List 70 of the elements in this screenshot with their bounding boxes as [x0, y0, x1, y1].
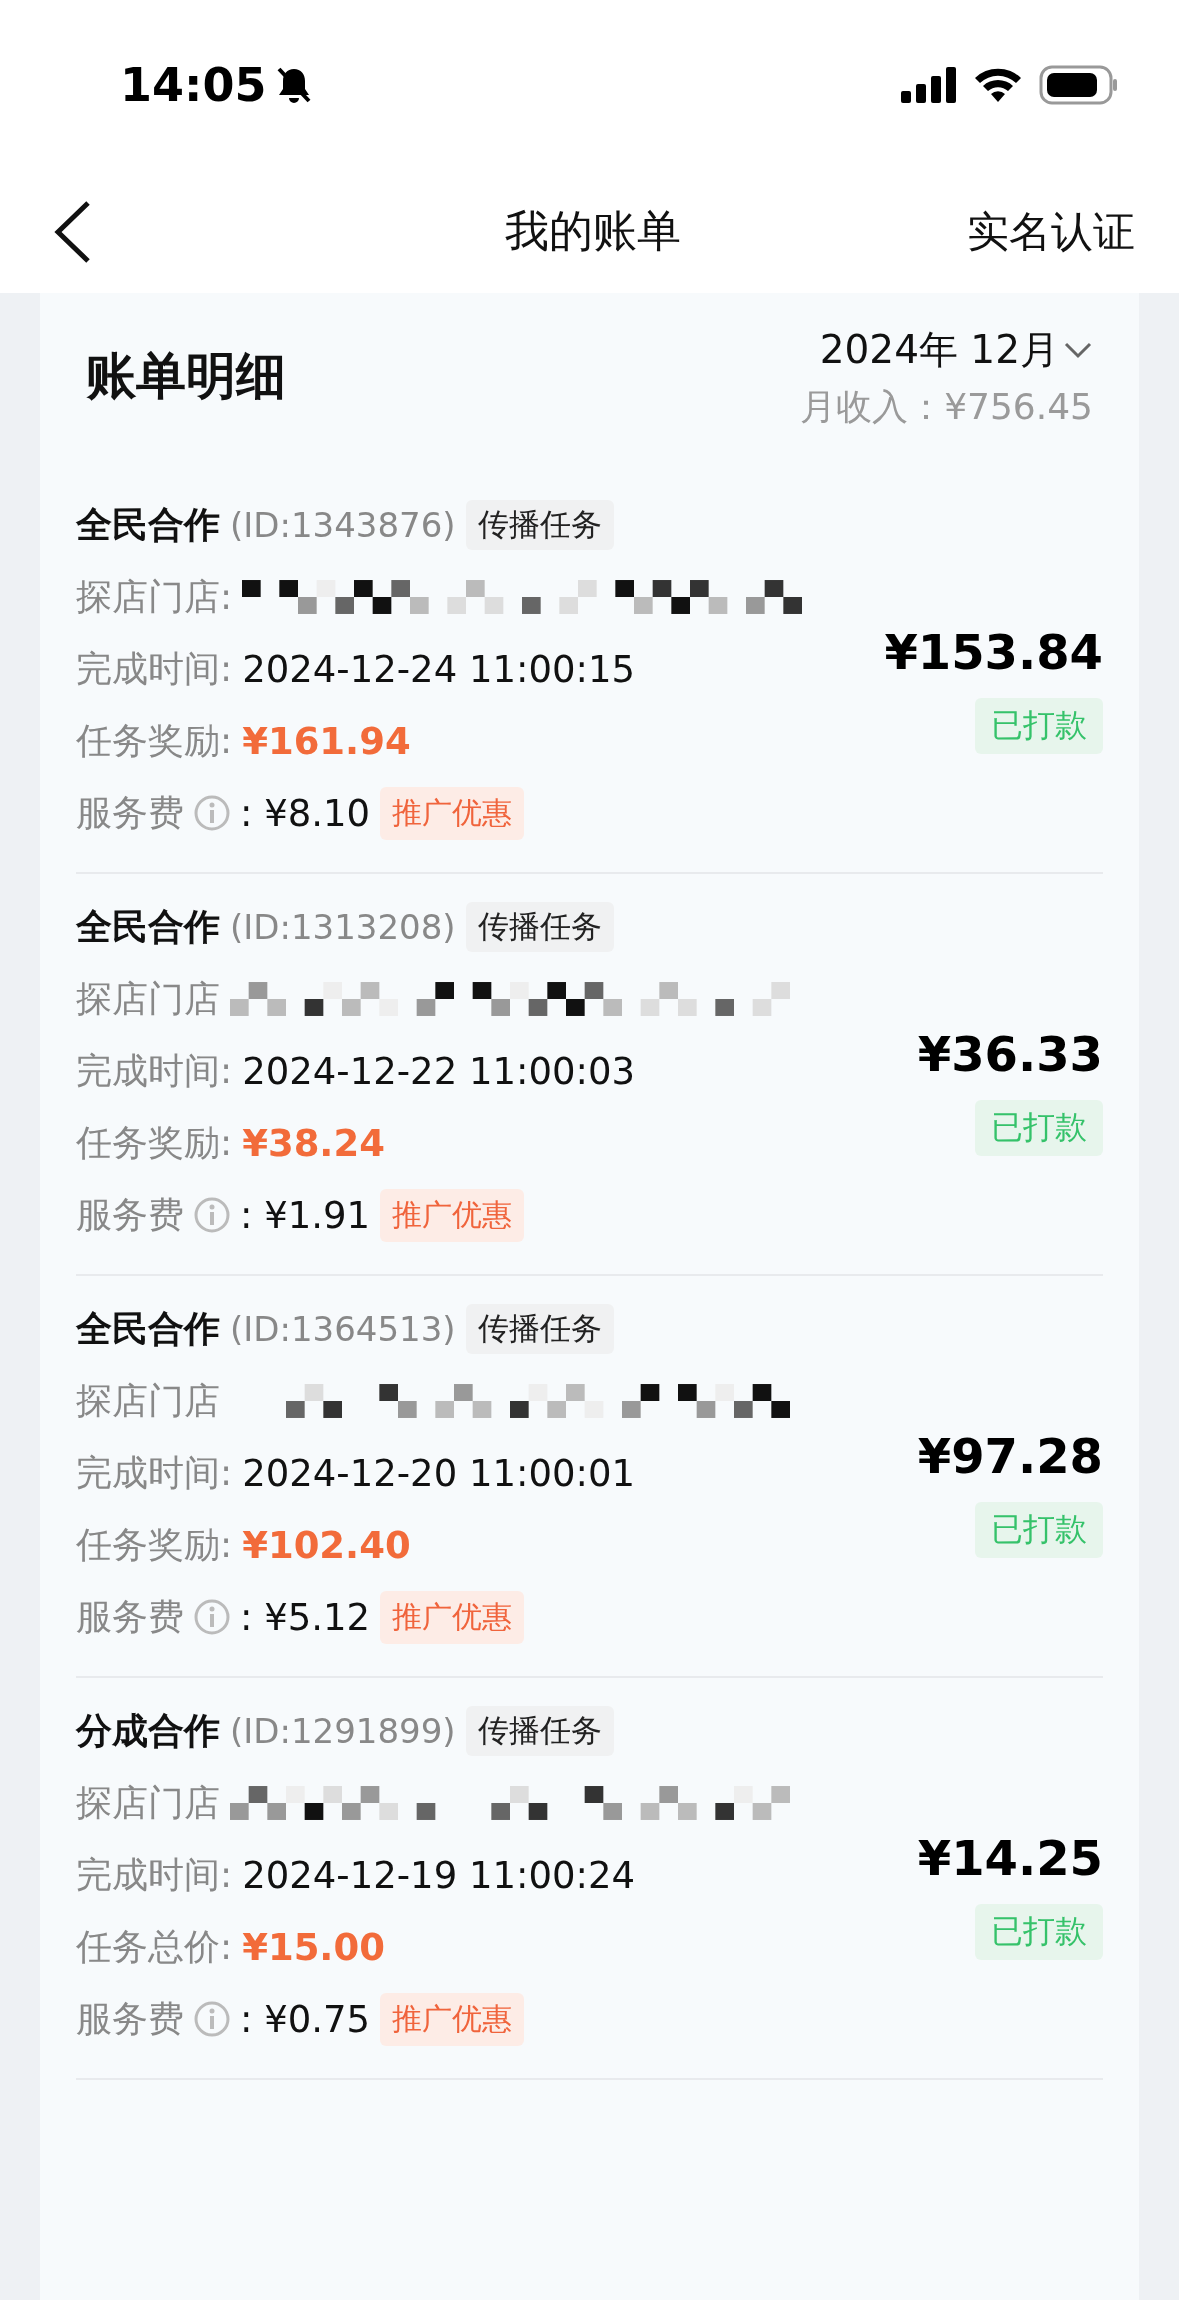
reward-amount: ¥15.00 [242, 1925, 385, 1969]
net-amount: ¥153.84 [884, 624, 1103, 680]
wifi-icon [973, 66, 1023, 104]
task-tag: 传播任务 [465, 1304, 614, 1354]
reward-label: 任务奖励: [76, 1120, 233, 1165]
info-icon [194, 2001, 230, 2037]
store-label: 探店门店 [76, 976, 220, 1021]
status-time: 14:05 [120, 58, 267, 112]
time-label: 完成时间: [76, 1852, 233, 1897]
bill-item[interactable]: 分成合作 (ID:1291899) 传播任务 探店门店 完成时间: 2024-12-19 11:00:24 任务总价: ¥15.00 服务费 : ¥0.75 推广优惠 ¥14.25 已打款 [76, 1678, 1103, 2080]
task-id: (ID:1343876) [230, 505, 456, 545]
completion-time: 2024-12-24 11:00:15 [242, 647, 636, 691]
page-title: 我的账单 [504, 204, 681, 258]
reward-label: 任务奖励: [76, 1522, 233, 1567]
signal-icon [901, 67, 957, 103]
net-amount: ¥14.25 [917, 1830, 1103, 1886]
service-fee: : ¥5.12 [240, 1595, 371, 1639]
reward-label: 任务奖励: [76, 718, 233, 763]
promo-tag: 推广优惠 [380, 1590, 525, 1644]
reward-amount: ¥102.40 [242, 1523, 411, 1567]
chevron-down-icon [1063, 340, 1093, 360]
promo-tag: 推广优惠 [380, 1188, 525, 1242]
fee-label: 服务费 [76, 1192, 184, 1237]
service-fee: : ¥0.75 [240, 1997, 371, 2041]
section-title: 账单明细 [86, 346, 286, 407]
cooperation-type: 全民合作 [76, 904, 220, 949]
service-fee: : ¥8.10 [240, 791, 371, 835]
store-label: 探店门店: [76, 574, 233, 619]
info-icon [194, 1599, 230, 1635]
completion-time: 2024-12-20 11:00:01 [242, 1451, 636, 1495]
promo-tag: 推广优惠 [380, 1992, 525, 2046]
store-label: 探店门店 [76, 1780, 220, 1825]
monthly-income: 月收入：¥756.45 [800, 385, 1093, 429]
fee-label: 服务费 [76, 790, 184, 835]
time-label: 完成时间: [76, 1450, 233, 1495]
reward-amount: ¥38.24 [242, 1121, 385, 1165]
paid-status: 已打款 [975, 698, 1103, 754]
net-amount: ¥36.33 [917, 1026, 1103, 1082]
info-icon [194, 1197, 230, 1233]
task-tag: 传播任务 [465, 500, 614, 550]
reward-amount: ¥161.94 [242, 719, 411, 763]
cooperation-type: 全民合作 [76, 502, 220, 547]
task-id: (ID:1313208) [230, 907, 456, 947]
bill-item[interactable]: 全民合作 (ID:1364513) 传播任务 探店门店 完成时间: 2024-12-20 11:00:01 任务奖励: ¥102.40 服务费 : ¥5.12 推广优惠 ¥97.28 已打款 [76, 1276, 1103, 1678]
time-label: 完成时间: [76, 646, 233, 691]
task-tag: 传播任务 [465, 1706, 614, 1756]
fee-label: 服务费 [76, 1996, 184, 2041]
bill-item[interactable]: 全民合作 (ID:1343876) 传播任务 探店门店: 完成时间: 2024-12-24 11:00:15 任务奖励: ¥161.94 服务费 : ¥8.10 推广优惠 ¥153.84 已打款 [76, 472, 1103, 874]
cooperation-type: 全民合作 [76, 1306, 220, 1351]
reward-label: 任务总价: [76, 1924, 233, 1969]
paid-status: 已打款 [975, 1502, 1103, 1558]
time-label: 完成时间: [76, 1048, 233, 1093]
cooperation-type: 分成合作 [76, 1708, 220, 1753]
service-fee: : ¥1.91 [240, 1193, 371, 1237]
completion-time: 2024-12-22 11:00:03 [242, 1049, 636, 1093]
promo-tag: 推广优惠 [380, 786, 525, 840]
task-tag: 传播任务 [465, 902, 614, 952]
paid-status: 已打款 [975, 1100, 1103, 1156]
info-icon [194, 795, 230, 831]
completion-time: 2024-12-19 11:00:24 [242, 1853, 636, 1897]
net-amount: ¥97.28 [917, 1428, 1103, 1484]
task-id: (ID:1291899) [230, 1711, 456, 1751]
paid-status: 已打款 [975, 1904, 1103, 1960]
month-picker[interactable]: 2024年 12月 [819, 323, 1093, 377]
store-label: 探店门店 [76, 1378, 220, 1423]
task-id: (ID:1364513) [230, 1309, 456, 1349]
battery-icon [1039, 65, 1119, 105]
verify-link[interactable]: 实名认证 [967, 203, 1135, 260]
fee-label: 服务费 [76, 1594, 184, 1639]
bill-item[interactable]: 全民合作 (ID:1313208) 传播任务 探店门店 完成时间: 2024-12-22 11:00:03 任务奖励: ¥38.24 服务费 : ¥1.91 推广优惠 ¥36.33 已打款 [76, 874, 1103, 1276]
